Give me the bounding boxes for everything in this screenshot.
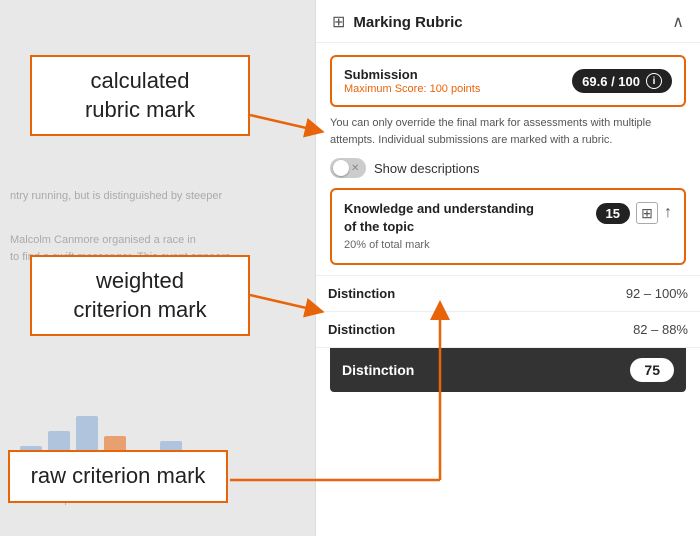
- info-icon[interactable]: i: [646, 73, 662, 89]
- grade-label-2: Distinction: [328, 322, 395, 337]
- selected-grade-label: Distinction: [342, 362, 414, 378]
- score-badge: 69.6 / 100 i: [572, 69, 672, 93]
- grade-range-2: 82 – 88%: [633, 322, 688, 337]
- show-descriptions-toggle[interactable]: ✕: [330, 158, 366, 178]
- submission-label: Submission: [344, 67, 480, 82]
- grade-range-1: 92 – 100%: [626, 286, 688, 301]
- score-value: 69.6 / 100: [582, 74, 640, 89]
- rubric-grid-icon: ⊞: [332, 12, 345, 32]
- selected-grade-row[interactable]: Distinction 75: [330, 348, 686, 392]
- grade-rows: Distinction 92 – 100% Distinction 82 – 8…: [316, 275, 700, 348]
- criterion-percent: 20% of total mark: [344, 239, 544, 251]
- left-panel: ntry running, but is distinguished by st…: [0, 0, 315, 536]
- calc-rubric-label: calculated rubric mark: [30, 55, 250, 136]
- grade-row-2[interactable]: Distinction 82 – 88%: [316, 312, 700, 348]
- raw-criterion-label: raw criterion mark: [8, 450, 228, 503]
- criterion-expand-icon[interactable]: ⊞: [636, 202, 658, 224]
- criterion-up-icon[interactable]: ↑: [664, 204, 672, 222]
- submission-info: Submission Maximum Score: 100 points: [344, 67, 480, 95]
- selected-grade-score: 75: [630, 358, 674, 382]
- criterion-top: Knowledge and understanding of the topic…: [344, 200, 672, 251]
- grade-row-1[interactable]: Distinction 92 – 100%: [316, 275, 700, 312]
- submission-top: Submission Maximum Score: 100 points 69.…: [344, 67, 672, 95]
- override-notice: You can only override the final mark for…: [330, 115, 686, 148]
- right-panel: ⊞ Marking Rubric ∧ Submission Maximum Sc…: [315, 0, 700, 536]
- rubric-title: Marking Rubric: [353, 14, 462, 31]
- grade-label-1: Distinction: [328, 286, 395, 301]
- weighted-criterion-label: weighted criterion mark: [30, 255, 250, 336]
- bg-text-1: ntry running, but is distinguished by st…: [10, 188, 222, 205]
- criterion-card: Knowledge and understanding of the topic…: [330, 188, 686, 265]
- submission-card: Submission Maximum Score: 100 points 69.…: [330, 55, 686, 107]
- rubric-header: ⊞ Marking Rubric ∧: [316, 0, 700, 43]
- collapse-icon[interactable]: ∧: [672, 12, 684, 32]
- criterion-info: Knowledge and understanding of the topic…: [344, 200, 544, 251]
- criterion-actions: 15 ⊞ ↑: [596, 202, 672, 224]
- toggle-knob: [333, 160, 349, 176]
- toggle-x-icon: ✕: [351, 163, 359, 174]
- show-descriptions-row: ✕ Show descriptions: [330, 158, 686, 178]
- rubric-title-row: ⊞ Marking Rubric: [332, 12, 463, 32]
- criterion-name: Knowledge and understanding of the topic: [344, 200, 544, 236]
- criterion-score-badge: 15: [596, 203, 630, 224]
- show-descriptions-label: Show descriptions: [374, 161, 480, 176]
- submission-max-score: Maximum Score: 100 points: [344, 83, 480, 95]
